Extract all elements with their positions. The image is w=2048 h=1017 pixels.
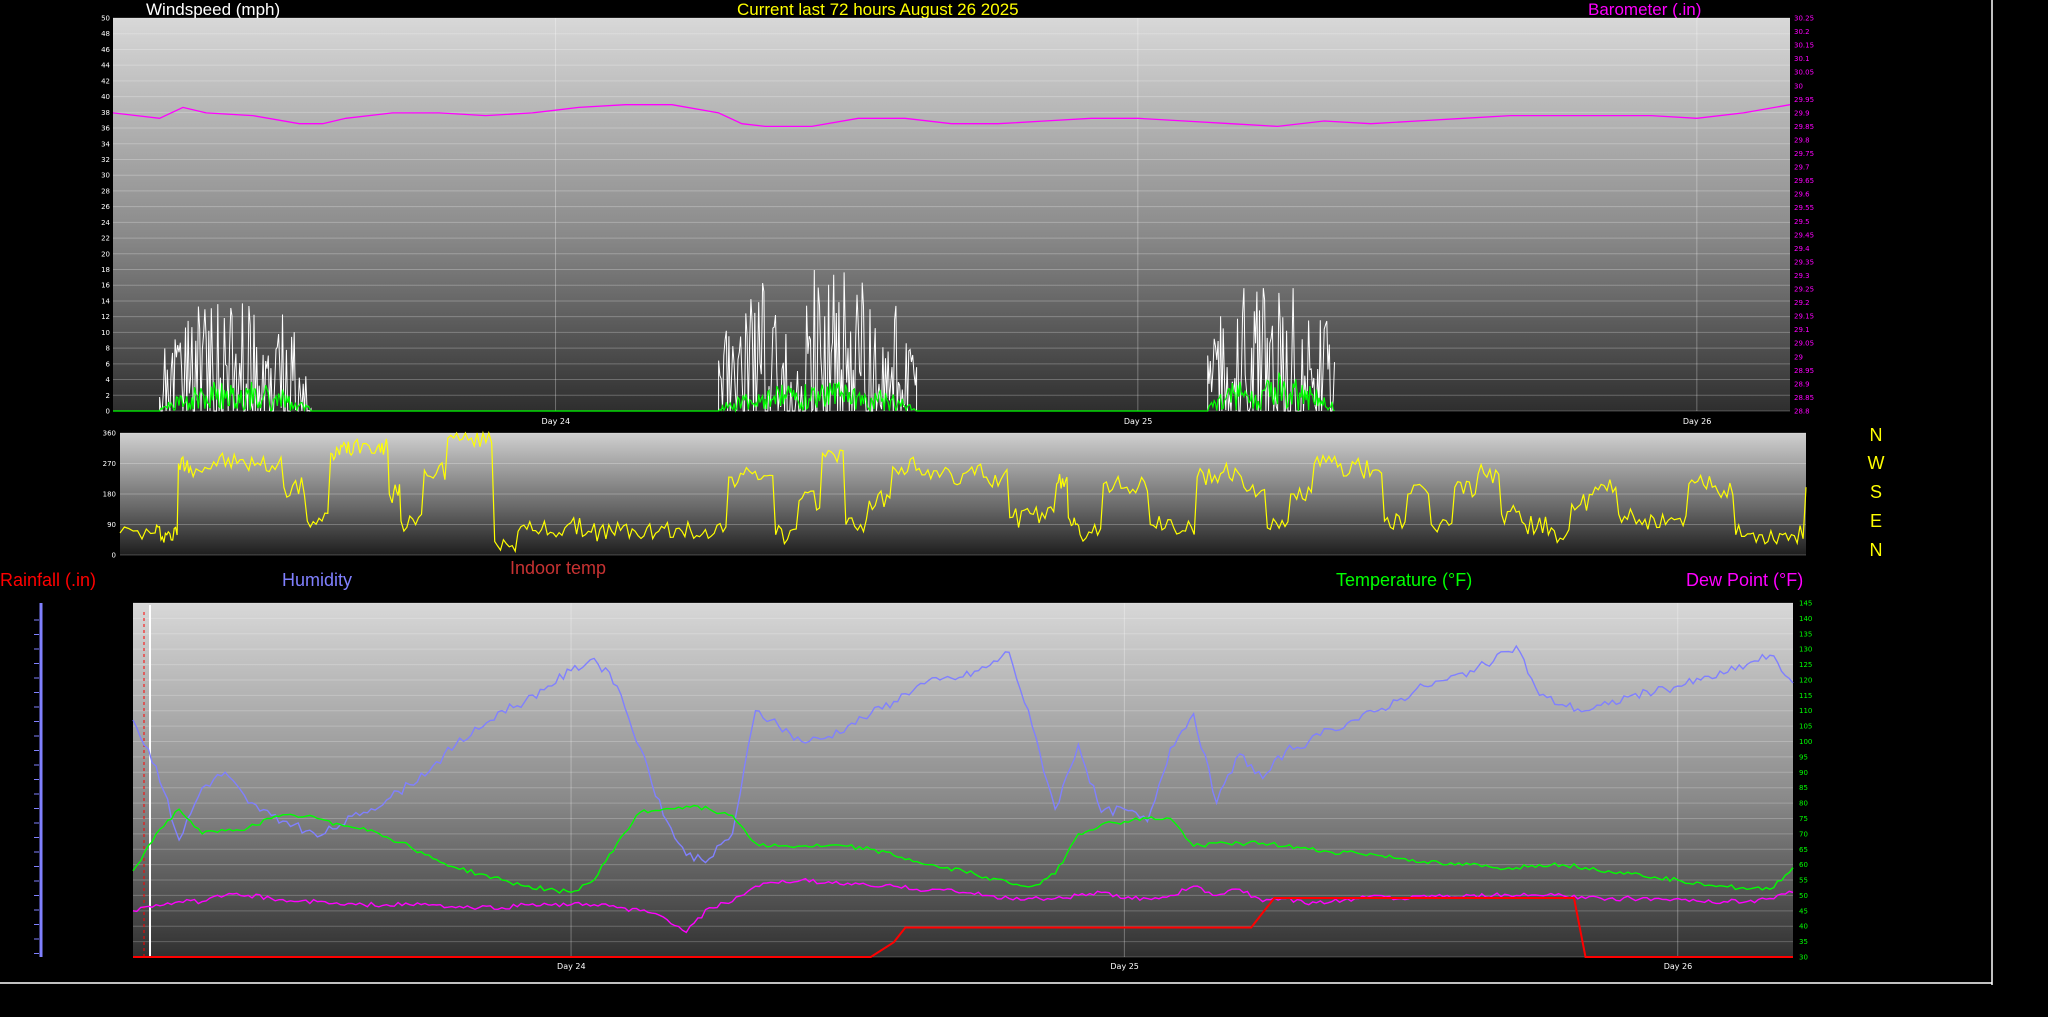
- wind-x-day-label: Day 25: [1124, 417, 1153, 426]
- barometer-y-tick: 29.85: [1794, 123, 1814, 131]
- wind-y-tick: 40: [101, 93, 110, 101]
- barometer-y-tick: 29.55: [1794, 204, 1814, 212]
- barometer-y-tick: 30.1: [1794, 55, 1810, 63]
- temp-y-tick: 35: [1799, 938, 1808, 946]
- barometer-y-tick: 29.45: [1794, 231, 1814, 239]
- temp-y-tick: 40: [1799, 923, 1808, 931]
- wind-y-tick: 50: [101, 15, 110, 23]
- direction-y-tick: 180: [103, 491, 116, 499]
- wind-y-tick: 30: [101, 172, 110, 180]
- direction-y-tick: 90: [107, 521, 116, 529]
- temp-y-tick: 45: [1799, 907, 1808, 915]
- direction-y-tick: 0: [112, 552, 116, 560]
- wind-y-tick: 4: [106, 376, 111, 384]
- wind-y-tick: 26: [101, 203, 110, 211]
- wind-y-tick: 8: [106, 345, 110, 353]
- barometer-y-tick: 30.2: [1794, 28, 1810, 36]
- wind-y-tick: 42: [101, 77, 110, 85]
- wind-y-tick: 32: [101, 156, 110, 164]
- temp-y-tick: 55: [1799, 877, 1808, 885]
- temp-y-tick: 65: [1799, 846, 1808, 854]
- weather-graph: Windspeed (mph) Current last 72 hours Au…: [0, 0, 2048, 1017]
- wind-y-tick: 28: [101, 187, 110, 195]
- direction-y-tick: 270: [103, 460, 116, 468]
- temp-y-tick: 85: [1799, 784, 1808, 792]
- chart-canvas: 0246810121416182022242628303234363840424…: [0, 0, 1993, 985]
- temp-y-tick: 100: [1799, 738, 1812, 746]
- wind-y-tick: 6: [106, 360, 111, 368]
- humidity-temp-panel: [133, 603, 1793, 957]
- barometer-y-tick: 28.85: [1794, 394, 1814, 402]
- temp-y-tick: 95: [1799, 753, 1808, 761]
- wind-y-tick: 0: [106, 408, 110, 416]
- wind-barometer-panel: [113, 18, 1790, 411]
- barometer-y-tick: 29.5: [1794, 218, 1810, 226]
- temp-y-tick: 105: [1799, 723, 1812, 731]
- temp-y-tick: 75: [1799, 815, 1808, 823]
- wind-y-tick: 18: [101, 266, 110, 274]
- wind-y-tick: 20: [101, 250, 110, 258]
- barometer-y-tick: 30.15: [1794, 42, 1814, 50]
- wind-y-tick: 44: [101, 62, 110, 70]
- barometer-y-tick: 29.1: [1794, 326, 1810, 334]
- barometer-y-tick: 30: [1794, 82, 1803, 90]
- temp-y-tick: 110: [1799, 707, 1812, 715]
- barometer-y-tick: 30.25: [1794, 15, 1814, 23]
- temp-y-tick: 30: [1799, 954, 1808, 962]
- barometer-y-tick: 29.75: [1794, 150, 1814, 158]
- wind-y-tick: 24: [101, 219, 110, 227]
- temp-y-tick: 90: [1799, 769, 1808, 777]
- barometer-y-tick: 29.2: [1794, 299, 1810, 307]
- wind-x-day-label: Day 24: [542, 417, 571, 426]
- barometer-y-tick: 29.25: [1794, 286, 1814, 294]
- barometer-y-tick: 29.05: [1794, 340, 1814, 348]
- temp-y-tick: 80: [1799, 800, 1808, 808]
- temp-y-tick: 130: [1799, 646, 1812, 654]
- wind-y-tick: 22: [101, 235, 110, 243]
- temp-y-tick: 60: [1799, 861, 1808, 869]
- temp-x-day-label: Day 26: [1664, 962, 1693, 971]
- barometer-y-tick: 29.6: [1794, 191, 1810, 199]
- wind-y-tick: 38: [101, 109, 110, 117]
- wind-y-tick: 48: [101, 30, 110, 38]
- barometer-y-tick: 28.9: [1794, 380, 1810, 388]
- wind-x-day-label: Day 26: [1683, 417, 1712, 426]
- temp-y-tick: 50: [1799, 892, 1808, 900]
- barometer-y-tick: 29.4: [1794, 245, 1810, 253]
- wind-y-tick: 16: [101, 282, 110, 290]
- temp-x-day-label: Day 25: [1110, 962, 1139, 971]
- temp-y-tick: 140: [1799, 615, 1812, 623]
- temp-y-tick: 145: [1799, 600, 1812, 608]
- temp-y-tick: 70: [1799, 830, 1808, 838]
- barometer-y-tick: 29.9: [1794, 109, 1810, 117]
- temp-y-tick: 120: [1799, 676, 1812, 684]
- wind-y-tick: 2: [106, 392, 110, 400]
- wind-y-tick: 46: [101, 46, 110, 54]
- wind-y-tick: 34: [101, 140, 110, 148]
- temp-y-tick: 115: [1799, 692, 1812, 700]
- barometer-y-tick: 29.35: [1794, 258, 1814, 266]
- temp-y-tick: 125: [1799, 661, 1812, 669]
- wind-y-tick: 36: [101, 125, 110, 133]
- barometer-y-tick: 29.7: [1794, 164, 1810, 172]
- wind-y-tick: 12: [101, 313, 110, 321]
- barometer-y-tick: 29.65: [1794, 177, 1814, 185]
- barometer-y-tick: 29: [1794, 353, 1803, 361]
- wind-y-tick: 10: [101, 329, 110, 337]
- wind-y-tick: 14: [101, 297, 110, 305]
- temp-y-tick: 135: [1799, 630, 1812, 638]
- barometer-y-tick: 28.8: [1794, 408, 1810, 416]
- direction-y-tick: 360: [103, 430, 116, 438]
- barometer-y-tick: 29.95: [1794, 96, 1814, 104]
- barometer-y-tick: 29.15: [1794, 313, 1814, 321]
- barometer-y-tick: 29.3: [1794, 272, 1810, 280]
- temp-x-day-label: Day 24: [557, 962, 586, 971]
- barometer-y-tick: 28.95: [1794, 367, 1814, 375]
- barometer-y-tick: 29.8: [1794, 136, 1810, 144]
- barometer-y-tick: 30.05: [1794, 69, 1814, 77]
